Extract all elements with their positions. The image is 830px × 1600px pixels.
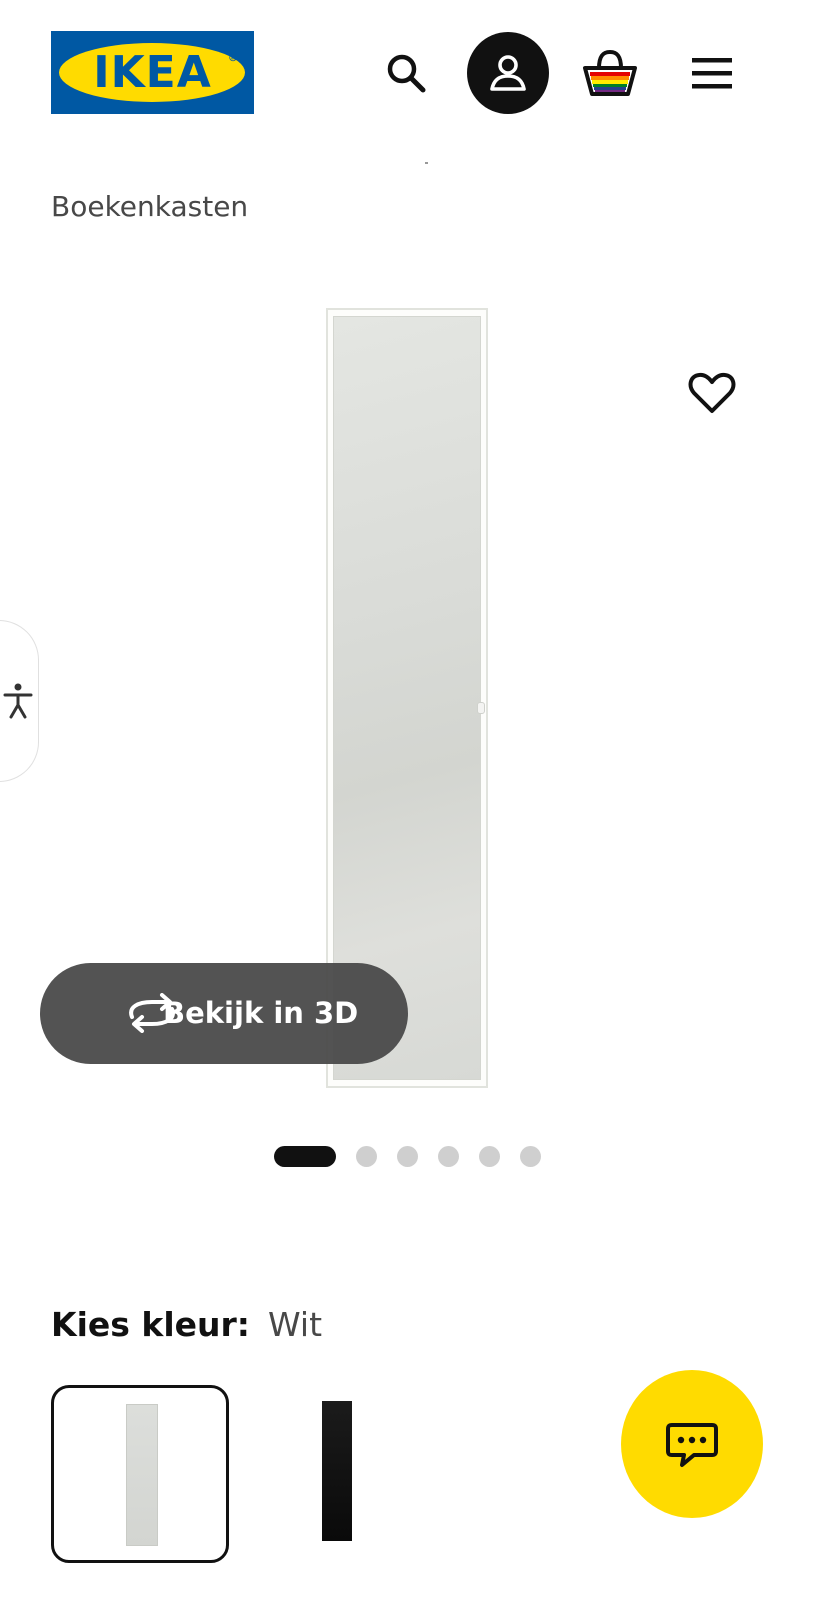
color-selector-heading: Kies kleur: Wit [51,1305,322,1344]
image-carousel-indicator [274,1145,541,1167]
carousel-dot[interactable] [397,1145,418,1167]
carousel-dot-active[interactable] [274,1145,336,1167]
ikea-logo[interactable]: IKEA ® [51,31,254,114]
search-button[interactable] [380,47,432,99]
color-option-zwart[interactable] [250,1385,428,1563]
door-knob [477,702,485,714]
color-option-thumbnail [322,1401,352,1541]
color-selector-label: Kies kleur: [51,1305,250,1344]
heart-icon [688,372,736,413]
view-in-3d-button[interactable]: Bekijk in 3D [40,963,408,1064]
color-option-thumbnail [126,1404,158,1546]
basket-button[interactable] [580,45,640,101]
logo-registered-mark: ® [228,53,238,64]
accessibility-tab[interactable] [0,620,39,782]
account-icon [490,55,526,91]
carousel-dot[interactable] [479,1145,500,1167]
chat-icon [666,1423,718,1467]
logo-text: IKEA [93,47,212,98]
separator-mark [425,162,428,164]
carousel-dot[interactable] [356,1145,377,1167]
menu-icon [692,58,732,89]
breadcrumb-link[interactable]: Boekenkasten [51,190,248,223]
favorite-button[interactable] [686,367,738,419]
chat-button[interactable] [621,1370,763,1518]
search-icon [387,54,426,93]
view-in-3d-label: Bekijk in 3D [163,996,359,1030]
carousel-dot[interactable] [520,1145,541,1167]
account-button[interactable] [467,32,549,114]
carousel-dot[interactable] [438,1145,459,1167]
menu-button[interactable] [686,47,738,99]
basket-icon [583,49,637,96]
accessibility-icon [3,683,33,719]
selected-color-value: Wit [268,1305,323,1344]
color-option-wit[interactable] [51,1385,229,1563]
